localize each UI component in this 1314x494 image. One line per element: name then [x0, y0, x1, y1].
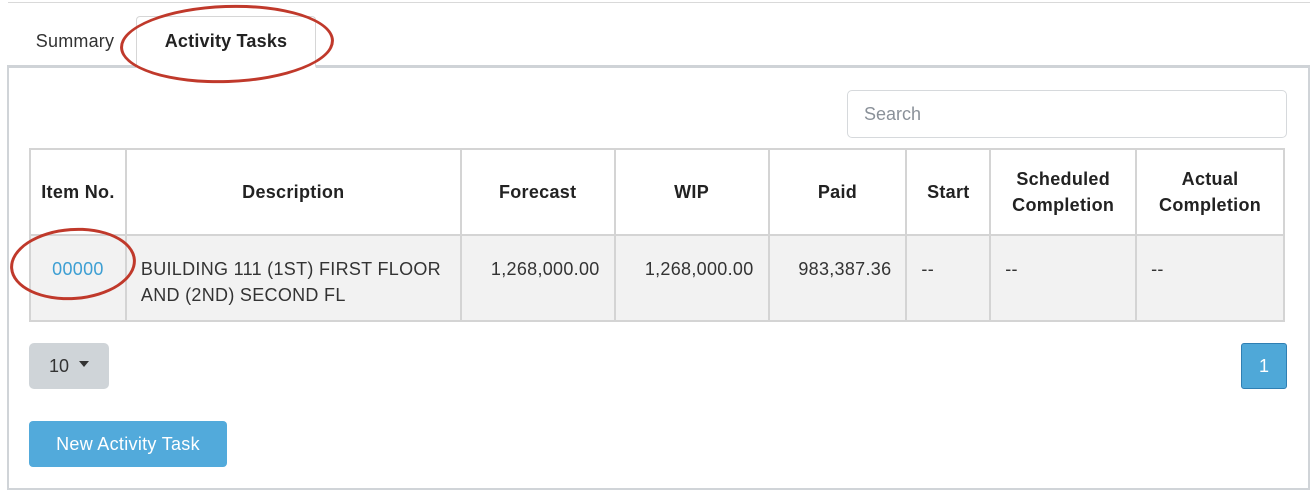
- caret-down-icon: [79, 361, 90, 367]
- column-header-scheduled-completion[interactable]: Scheduled Completion: [989, 148, 1138, 236]
- new-activity-task-button[interactable]: New Activity Task: [29, 421, 227, 467]
- cell-description: BUILDING 111 (1ST) FIRST FLOOR AND (2ND)…: [124, 234, 462, 322]
- pagination-page-1[interactable]: 1: [1241, 343, 1287, 389]
- top-divider: [8, 2, 1310, 3]
- column-header-forecast[interactable]: Forecast: [459, 148, 616, 236]
- cell-paid: 983,387.36: [767, 234, 908, 322]
- item-no-link[interactable]: 00000: [52, 259, 104, 279]
- tab-bar: Summary Activity Tasks: [14, 16, 316, 68]
- column-header-paid[interactable]: Paid: [767, 148, 908, 236]
- column-header-start[interactable]: Start: [905, 148, 992, 236]
- activity-tasks-panel: Item No. Description Forecast WIP Paid S…: [7, 65, 1310, 490]
- cell-actual-completion: --: [1135, 234, 1285, 322]
- page: Summary Activity Tasks Item No. Descript…: [0, 0, 1314, 494]
- column-header-description[interactable]: Description: [124, 148, 462, 236]
- table-header-row: Item No. Description Forecast WIP Paid S…: [29, 148, 1285, 236]
- tab-summary[interactable]: Summary: [14, 16, 136, 66]
- cell-forecast: 1,268,000.00: [459, 234, 616, 322]
- activity-tasks-table: Item No. Description Forecast WIP Paid S…: [29, 148, 1285, 322]
- tab-activity-tasks[interactable]: Activity Tasks: [136, 16, 316, 68]
- page-size-value: 10: [48, 355, 70, 376]
- column-header-wip[interactable]: WIP: [613, 148, 770, 236]
- column-header-actual-completion[interactable]: Actual Completion: [1135, 148, 1285, 236]
- column-header-item-no[interactable]: Item No.: [29, 148, 127, 236]
- cell-scheduled-completion: --: [989, 234, 1138, 322]
- cell-item-no: 00000: [29, 234, 127, 322]
- cell-wip: 1,268,000.00: [613, 234, 770, 322]
- search-input[interactable]: [847, 90, 1287, 138]
- page-size-dropdown[interactable]: 10: [29, 343, 109, 389]
- table-row: 00000 BUILDING 111 (1ST) FIRST FLOOR AND…: [29, 234, 1285, 322]
- cell-start: --: [905, 234, 992, 322]
